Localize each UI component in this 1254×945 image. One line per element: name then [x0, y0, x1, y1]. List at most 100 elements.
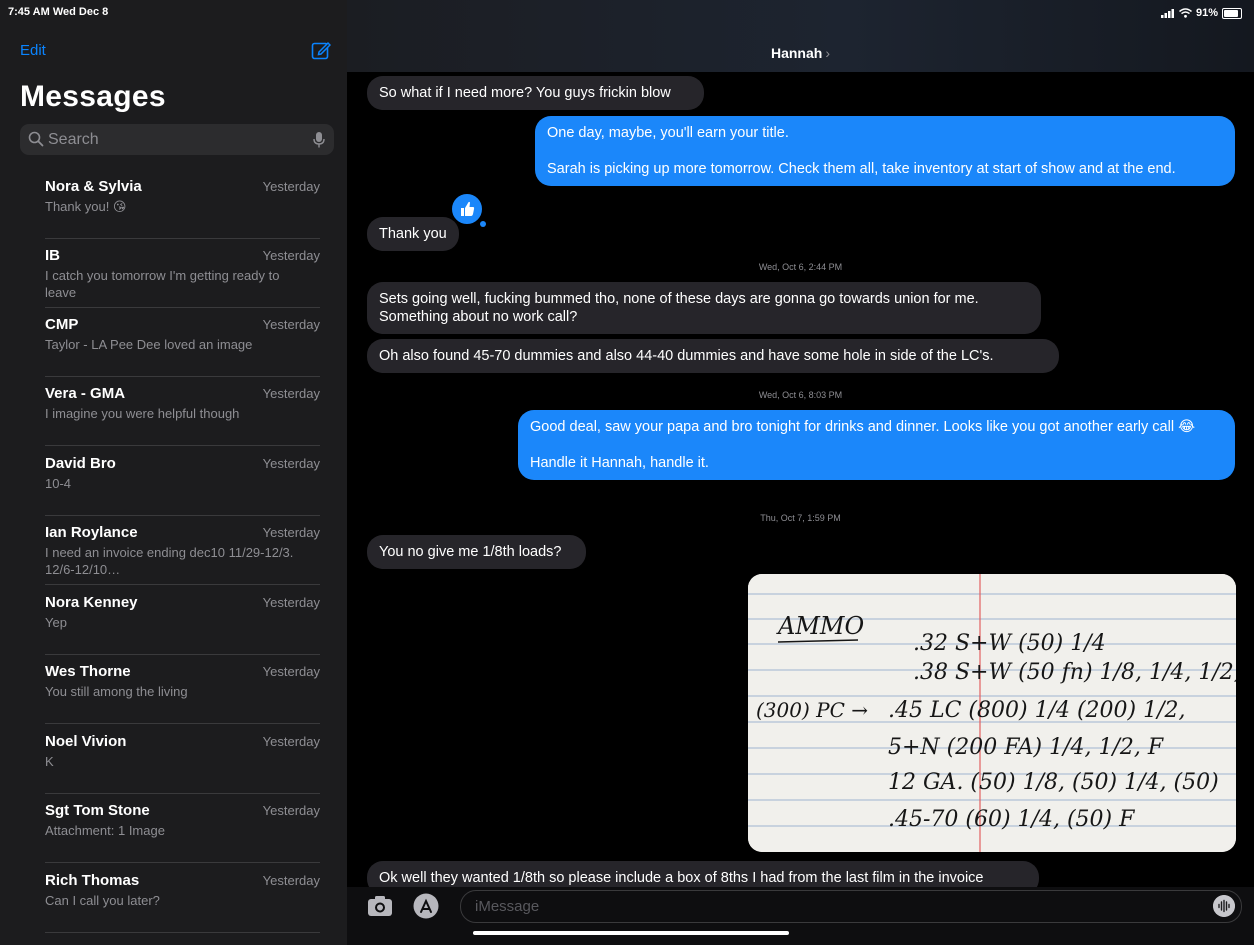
conversation-time: Yesterday	[262, 456, 320, 471]
search-icon	[28, 131, 44, 147]
conversation-item[interactable]: Noel Vivion Yesterday K	[0, 725, 347, 794]
message-text: Handle it Hannah, handle it.	[530, 455, 709, 471]
divider	[45, 862, 320, 863]
message-input[interactable]	[475, 891, 1175, 922]
conversation-item[interactable]: Nora Kenney Yesterday Yep	[0, 586, 347, 655]
message-incoming[interactable]: So what if I need more? You guys frickin…	[367, 76, 704, 110]
battery-icon	[1222, 7, 1242, 19]
conversation-name: CMP	[45, 316, 79, 333]
chevron-right-icon: ›	[825, 45, 830, 61]
conversation-item[interactable]: Nora & Sylvia Yesterday Thank you! 😘	[0, 170, 347, 239]
search-bar[interactable]	[20, 124, 334, 155]
attachment-photo[interactable]: AMMO .32 S+W (50) 1/4 .38 S+W (50 fn) 1/…	[748, 574, 1236, 852]
note-line: .45-70 (60) 1/4, (50) F	[888, 807, 1135, 832]
tapback-tail	[480, 221, 486, 227]
note-line: .45 LC (800) 1/4 (200) 1/2,	[888, 698, 1186, 723]
microphone-icon[interactable]	[312, 131, 326, 149]
message-text: Sarah is picking up more tomorrow. Check…	[547, 161, 1176, 177]
camera-icon[interactable]	[367, 895, 393, 917]
conversation-preview: K	[45, 754, 54, 769]
contact-name-label: Hannah	[770, 45, 823, 61]
status-time: 7:45 AM Wed Dec 8	[8, 6, 109, 18]
timestamp: Wed, Oct 6, 2:44 PM	[758, 262, 843, 272]
signal-icon	[1160, 8, 1174, 18]
conversation-time: Yesterday	[262, 386, 320, 401]
conversation-preview: You still among the living	[45, 684, 188, 699]
app-store-icon[interactable]	[413, 893, 439, 919]
handwritten-note-image: AMMO .32 S+W (50) 1/4 .38 S+W (50 fn) 1/…	[748, 574, 1236, 852]
conversation-name: Noel Vivion	[45, 733, 127, 750]
wifi-icon	[1178, 8, 1192, 18]
divider	[45, 723, 320, 724]
conversation-name: Wes Thorne	[45, 663, 131, 680]
message-outgoing[interactable]: One day, maybe, you'll earn your title. …	[535, 116, 1235, 186]
conversation-item[interactable]: CMP Yesterday Taylor - LA Pee Dee loved …	[0, 308, 347, 377]
conversation-name: Sgt Tom Stone	[45, 802, 150, 819]
conversation-name: David Bro	[45, 455, 116, 472]
sidebar: 7:45 AM Wed Dec 8 Edit Messages Nora & S…	[0, 0, 347, 945]
conversation-time: Yesterday	[262, 525, 320, 540]
thumbs-up-icon[interactable]	[450, 192, 484, 226]
conversation-name: Vera - GMA	[45, 385, 126, 402]
note-line: 12 GA. (50) 1/8, (50) 1/4, (50)	[888, 770, 1219, 795]
message-incoming[interactable]: Sets going well, fucking bummed tho, non…	[367, 282, 1041, 334]
note-line: .38 S+W (50 fn) 1/8, 1/4, 1/2, F	[913, 660, 1236, 685]
contact-name[interactable]: Hannah ›	[347, 45, 1254, 61]
conversation-time: Yesterday	[262, 734, 320, 749]
message-outgoing[interactable]: Good deal, saw your papa and bro tonight…	[518, 410, 1235, 480]
search-input[interactable]	[48, 124, 298, 155]
timestamp: Wed, Oct 6, 8:03 PM	[758, 390, 843, 400]
conversation-name: Nora Kenney	[45, 594, 138, 611]
conversation-name: Ian Roylance	[45, 524, 138, 541]
conversation-preview: I need an invoice ending dec10 11/29-12/…	[45, 545, 294, 577]
compose-icon[interactable]	[311, 40, 331, 60]
conversation-preview: Can I call you later?	[45, 893, 160, 908]
conversation-preview: Yep	[45, 615, 67, 630]
conversation-preview: 10-4	[45, 476, 72, 491]
input-bar	[347, 887, 1254, 945]
note-line: 5+N (200 FA) 1/4, 1/2, F	[888, 735, 1164, 760]
conversation-time: Yesterday	[262, 873, 320, 888]
note-line: AMMO	[776, 612, 864, 640]
conversation-item[interactable]: Rich Thomas Yesterday Can I call you lat…	[0, 864, 347, 933]
message-incoming[interactable]: You no give me 1/8th loads?	[367, 535, 586, 569]
battery-percent: 91%	[1195, 7, 1218, 19]
conversation-item[interactable]: IB Yesterday I catch you tomorrow I'm ge…	[0, 239, 347, 308]
message-text: One day, maybe, you'll earn your title.	[547, 125, 789, 141]
message-incoming[interactable]: Thank you	[367, 217, 459, 251]
conversation-item[interactable]: Wes Thorne Yesterday You still among the…	[0, 655, 347, 724]
conversation-name: Nora & Sylvia	[45, 178, 142, 195]
divider	[45, 932, 320, 933]
message-field[interactable]	[460, 890, 1242, 923]
conversation-time: Yesterday	[262, 317, 320, 332]
status-indicators: 91%	[1160, 7, 1242, 19]
conversation-name: Rich Thomas	[45, 872, 140, 889]
timestamp: Thu, Oct 7, 1:59 PM	[760, 513, 841, 523]
conversation-preview: I imagine you were helpful though	[45, 406, 240, 421]
conversation-item[interactable]: Ian Roylance Yesterday I need an invoice…	[0, 516, 347, 585]
conversation-item[interactable]: Sgt Tom Stone Yesterday Attachment: 1 Im…	[0, 794, 347, 863]
conversation-item[interactable]: David Bro Yesterday 10-4	[0, 447, 347, 516]
message-text: Good deal, saw your papa and bro tonight…	[530, 419, 1196, 435]
page-title: Messages	[20, 80, 166, 113]
audio-waveform-icon[interactable]	[1213, 895, 1235, 917]
conversation-time: Yesterday	[262, 248, 320, 263]
conversation-item[interactable]: Vera - GMA Yesterday I imagine you were …	[0, 377, 347, 446]
note-line: (300) PC →	[756, 698, 868, 722]
conversation-preview: I catch you tomorrow I'm getting ready t…	[45, 268, 280, 300]
conversation-preview: Attachment: 1 Image	[45, 823, 165, 838]
message-incoming[interactable]: Ok well they wanted 1/8th so please incl…	[367, 861, 1039, 887]
conversation-pane: 91% Hannah › So what if I need more? You …	[347, 0, 1254, 945]
message-incoming[interactable]: Oh also found 45-70 dummies and also 44-…	[367, 339, 1059, 373]
note-line: .32 S+W (50) 1/4	[913, 631, 1106, 656]
edit-button[interactable]: Edit	[20, 42, 46, 59]
conversation-time: Yesterday	[262, 664, 320, 679]
conversation-preview: Thank you! 😘	[45, 199, 127, 214]
message-list: So what if I need more? You guys frickin…	[347, 72, 1254, 887]
home-indicator	[473, 931, 789, 935]
conversation-time: Yesterday	[262, 595, 320, 610]
conversation-preview: Taylor - LA Pee Dee loved an image	[45, 337, 253, 352]
conversation-name: IB	[45, 247, 60, 264]
divider	[45, 584, 320, 585]
chat-header: 91% Hannah ›	[347, 0, 1254, 72]
